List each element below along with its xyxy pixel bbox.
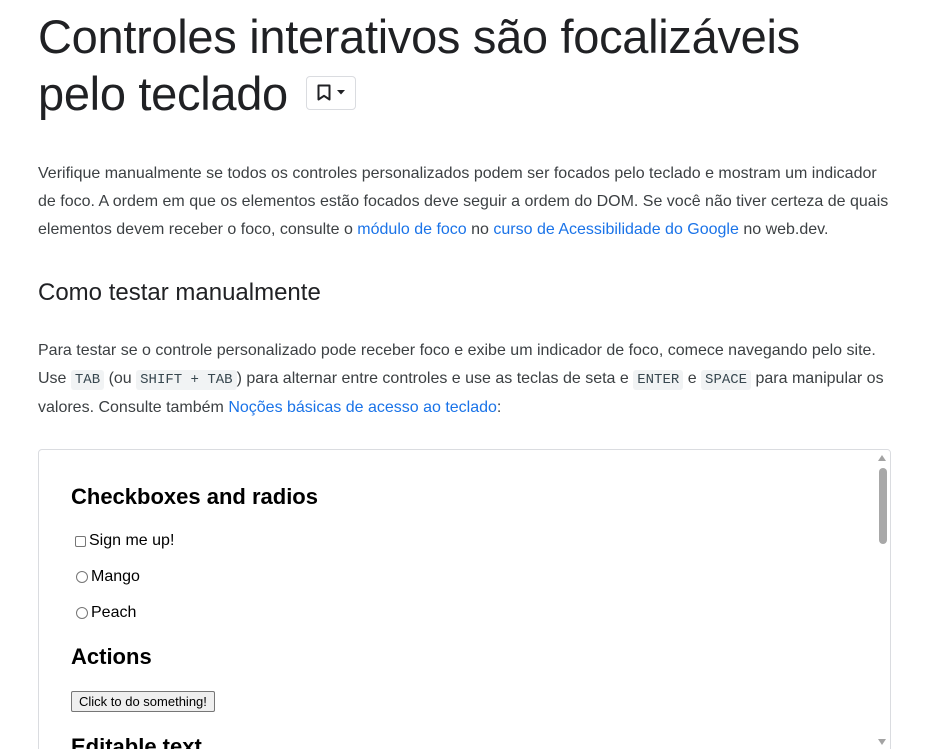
focus-module-link[interactable]: módulo de foco — [357, 221, 466, 238]
peach-radio[interactable] — [76, 607, 88, 619]
code-shift-tab: SHIFT + TAB — [136, 370, 237, 390]
signup-label[interactable]: Sign me up! — [89, 531, 174, 551]
howto-text-4: e — [683, 370, 702, 387]
scroll-up-arrow-icon[interactable] — [878, 455, 886, 461]
checkboxes-heading: Checkboxes and radios — [71, 484, 318, 509]
howto-paragraph: Para testar se o controle personalizado … — [38, 337, 892, 422]
bookmark-button[interactable] — [305, 75, 356, 110]
page-title-text: Controles interativos são focalizáveis p… — [38, 10, 800, 120]
intro-paragraph: Verifique manualmente se todos os contro… — [38, 160, 892, 244]
actions-heading: Actions — [71, 644, 152, 669]
caret-down-icon — [336, 90, 345, 95]
mango-row: Mango — [71, 567, 140, 587]
bookmark-icon — [317, 84, 331, 101]
howto-text-3: ) para alternar entre controles e use as… — [236, 370, 634, 387]
mango-radio[interactable] — [76, 571, 88, 583]
section-heading: Como testar manualmente — [38, 279, 321, 306]
mango-label[interactable]: Mango — [91, 567, 140, 587]
howto-text-2: (ou — [104, 370, 137, 387]
editable-heading: Editable text — [71, 734, 202, 749]
code-tab: TAB — [70, 370, 105, 390]
intro-text-2: no — [466, 221, 494, 238]
demo-iframe[interactable]: Checkboxes and radios Sign me up! Mango … — [38, 449, 891, 749]
page-title: Controles interativos são focalizáveis p… — [38, 0, 892, 122]
scroll-down-arrow-icon[interactable] — [878, 739, 886, 745]
article: Controles interativos são focalizáveis p… — [38, 0, 892, 422]
peach-label[interactable]: Peach — [91, 603, 136, 623]
accessibility-course-link[interactable]: curso de Acessibilidade do Google — [493, 221, 739, 238]
demo-scrollbar[interactable] — [875, 450, 890, 749]
code-space: SPACE — [701, 370, 752, 390]
intro-text-3: no web.dev. — [738, 221, 829, 238]
signup-checkbox[interactable] — [75, 535, 86, 547]
keyboard-access-link[interactable]: Noções básicas de acesso ao teclado — [228, 399, 497, 416]
do-something-button[interactable]: Click to do something! — [71, 691, 215, 712]
signup-row: Sign me up! — [71, 531, 174, 551]
scroll-thumb[interactable] — [879, 468, 887, 544]
peach-row: Peach — [71, 603, 136, 623]
code-enter: ENTER — [633, 370, 684, 390]
howto-text-6: : — [496, 399, 502, 416]
